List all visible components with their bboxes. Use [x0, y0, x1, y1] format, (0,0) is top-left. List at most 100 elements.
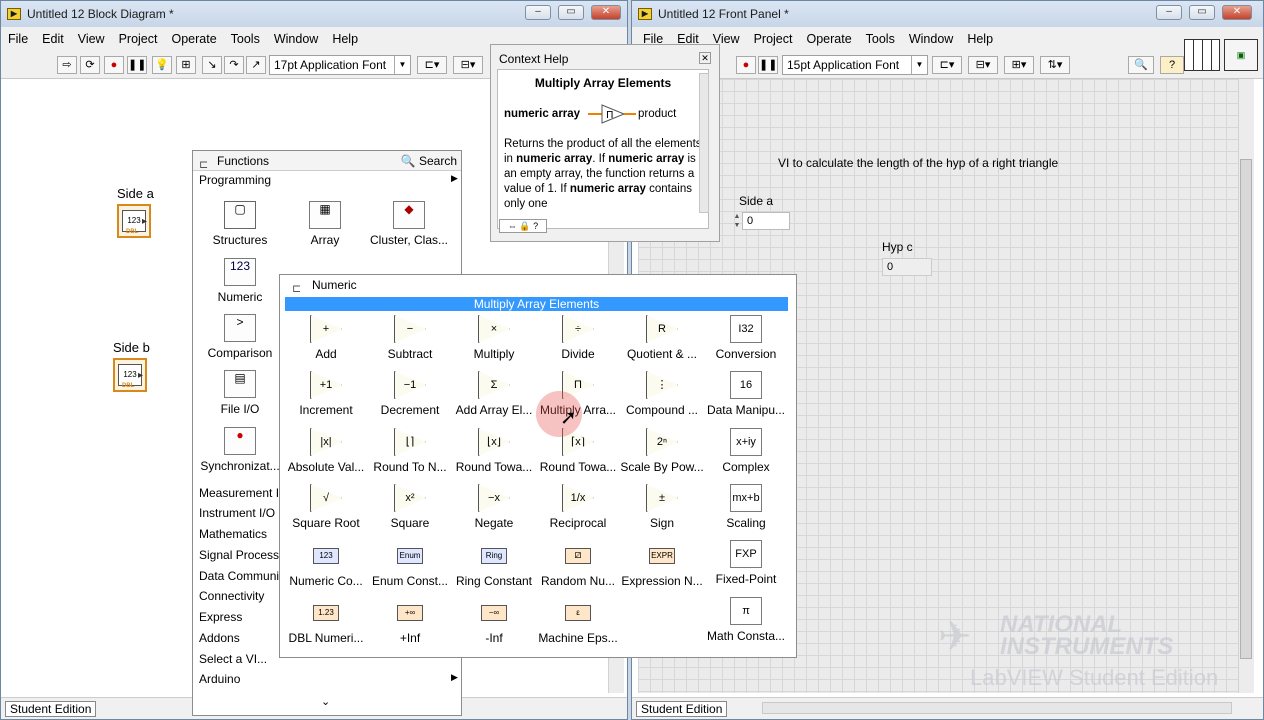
numeric-item-scaling[interactable]: mx+b Scaling: [704, 484, 788, 530]
run-continuously-button[interactable]: ⟳: [80, 56, 100, 74]
distribute-objects-icon[interactable]: ⊟▾: [453, 56, 483, 74]
scroll-thumb[interactable]: [1240, 159, 1252, 659]
maximize-button[interactable]: ▭: [558, 5, 584, 20]
numeric-item-square[interactable]: x² Square: [368, 484, 452, 530]
side-a-numeric-control[interactable]: 0: [742, 212, 790, 230]
numeric-item-random-nu[interactable]: ⚂ Random Nu...: [536, 540, 620, 588]
front-panel-vertical-scrollbar[interactable]: [1238, 79, 1254, 693]
category-addons[interactable]: Addons: [199, 631, 240, 645]
palette-item-numeric[interactable]: 123 Numeric: [198, 258, 282, 304]
numeric-item-add-array-el[interactable]: Σ Add Array El...: [452, 371, 536, 417]
horizontal-scrollbar[interactable]: [762, 702, 1232, 714]
category-instrument-io[interactable]: Instrument I/O: [199, 506, 275, 520]
minimize-button[interactable]: –: [525, 5, 551, 20]
numeric-item-fixed-point[interactable]: FXP Fixed-Point: [704, 540, 788, 586]
numeric-item-conversion[interactable]: I32 Conversion: [704, 315, 788, 361]
font-select[interactable]: 17pt Application Font ▼: [269, 55, 411, 75]
palette-item-synchronization[interactable]: ● Synchronizat...: [198, 427, 282, 473]
category-mathematics[interactable]: Mathematics: [199, 527, 267, 541]
abort-button[interactable]: ●: [736, 56, 756, 74]
reorder-icon[interactable]: ⇅▾: [1040, 56, 1070, 74]
numeric-item-increment[interactable]: +1 Increment: [284, 371, 368, 417]
numeric-item-math-consta[interactable]: π Math Consta...: [704, 597, 788, 643]
palette-item-file-io[interactable]: ▤ File I/O: [198, 370, 282, 416]
category-data-communication[interactable]: Data Communi: [199, 569, 279, 583]
step-into-icon[interactable]: ↘: [202, 56, 222, 74]
numeric-item-sign[interactable]: ± Sign: [620, 484, 704, 530]
category-express[interactable]: Express: [199, 610, 242, 624]
font-select[interactable]: 15pt Application Font ▼: [782, 55, 928, 75]
menu-operate[interactable]: Operate: [799, 32, 858, 46]
menu-help[interactable]: Help: [960, 32, 1000, 46]
increment-decrement-icon[interactable]: ▲ ▼: [732, 212, 742, 232]
numeric-item-inf[interactable]: −∞ -Inf: [452, 597, 536, 645]
search-icon[interactable]: 🔍: [1128, 56, 1154, 74]
numeric-item-dbl-numeri[interactable]: 1.23 DBL Numeri...: [284, 597, 368, 645]
pause-button[interactable]: ❚❚: [127, 56, 147, 74]
numeric-item-scale-by-pow[interactable]: 2ⁿ Scale By Pow...: [620, 428, 704, 474]
menu-project[interactable]: Project: [747, 32, 800, 46]
menu-edit[interactable]: Edit: [35, 32, 71, 46]
close-button[interactable]: ✕: [1222, 5, 1252, 20]
resize-objects-icon[interactable]: ⊞▾: [1004, 56, 1034, 74]
distribute-objects-icon[interactable]: ⊟▾: [968, 56, 998, 74]
pin-icon[interactable]: ⊏: [199, 155, 208, 175]
align-objects-icon[interactable]: ⊏▾: [417, 56, 447, 74]
numeric-item-complex[interactable]: x+iy Complex: [704, 428, 788, 474]
menu-operate[interactable]: Operate: [164, 32, 223, 46]
category-connectivity[interactable]: Connectivity: [199, 589, 264, 603]
numeric-item-subtract[interactable]: − Subtract: [368, 315, 452, 361]
retain-wire-values-icon[interactable]: ⊞: [176, 56, 196, 74]
numeric-item-square-root[interactable]: √ Square Root: [284, 484, 368, 530]
step-over-icon[interactable]: ↷: [224, 56, 244, 74]
menu-help[interactable]: Help: [325, 32, 365, 46]
maximize-button[interactable]: ▭: [1189, 5, 1215, 20]
pause-button[interactable]: ❚❚: [758, 56, 778, 74]
menu-tools[interactable]: Tools: [224, 32, 267, 46]
search-button[interactable]: 🔍 Search: [401, 151, 457, 171]
menu-file[interactable]: File: [1, 32, 35, 46]
category-programming[interactable]: Programming: [199, 173, 271, 187]
numeric-item-numeric-co[interactable]: 123 Numeric Co...: [284, 540, 368, 588]
pin-icon[interactable]: ⊏: [292, 279, 301, 299]
palette-item-structures[interactable]: ▢ Structures: [198, 201, 282, 247]
category-signal-processing[interactable]: Signal Processi: [199, 548, 282, 562]
numeric-item-machine-eps[interactable]: ε Machine Eps...: [536, 597, 620, 645]
category-arduino[interactable]: Arduino: [199, 672, 240, 686]
vi-icon[interactable]: ▣: [1224, 39, 1258, 71]
numeric-item-decrement[interactable]: −1 Decrement: [368, 371, 452, 417]
numeric-item-negate[interactable]: −x Negate: [452, 484, 536, 530]
menu-window[interactable]: Window: [902, 32, 960, 46]
minimize-button[interactable]: –: [1156, 5, 1182, 20]
numeric-item-enum-const[interactable]: Enum Enum Const...: [368, 540, 452, 588]
expand-more-icon[interactable]: ⌄: [321, 695, 330, 708]
menu-project[interactable]: Project: [112, 32, 165, 46]
palette-item-array[interactable]: ▦ Array: [283, 201, 367, 247]
menu-tools[interactable]: Tools: [859, 32, 902, 46]
numeric-item-absolute-val[interactable]: |x| Absolute Val...: [284, 428, 368, 474]
numeric-item-ring-constant[interactable]: Ring Ring Constant: [452, 540, 536, 588]
side-a-terminal[interactable]: 123 ▸ DBL: [117, 204, 151, 238]
side-b-terminal[interactable]: 123 ▸ DBL: [113, 358, 147, 392]
numeric-item-data-manipu[interactable]: 16 Data Manipu...: [704, 371, 788, 417]
palette-item-cluster[interactable]: ◆ Cluster, Clas...: [367, 201, 451, 247]
abort-button[interactable]: ●: [104, 56, 124, 74]
numeric-item-reciprocal[interactable]: 1/x Reciprocal: [536, 484, 620, 530]
numeric-item-add[interactable]: + Add: [284, 315, 368, 361]
numeric-item-round-towa[interactable]: ⌊x⌋ Round Towa...: [452, 428, 536, 474]
context-help-icon[interactable]: ?: [1160, 56, 1184, 74]
context-help-scrollbar[interactable]: [699, 73, 709, 213]
close-icon[interactable]: ✕: [699, 52, 711, 64]
numeric-item-quotient[interactable]: R Quotient & ...: [620, 315, 704, 361]
numeric-item-compound[interactable]: ⋮ Compound ...: [620, 371, 704, 417]
step-out-icon[interactable]: ↗: [246, 56, 266, 74]
run-button[interactable]: ⇨: [57, 56, 77, 74]
numeric-item-multiply[interactable]: × Multiply: [452, 315, 536, 361]
connector-pane-icon[interactable]: [1184, 39, 1220, 71]
numeric-item-inf[interactable]: +∞ +Inf: [368, 597, 452, 645]
numeric-item-divide[interactable]: ÷ Divide: [536, 315, 620, 361]
align-objects-icon[interactable]: ⊏▾: [932, 56, 962, 74]
category-measurement-io[interactable]: Measurement I: [199, 486, 279, 500]
close-button[interactable]: ✕: [591, 5, 621, 20]
context-help-footer-icons[interactable]: ⇔ 🔒 ?: [499, 219, 547, 233]
